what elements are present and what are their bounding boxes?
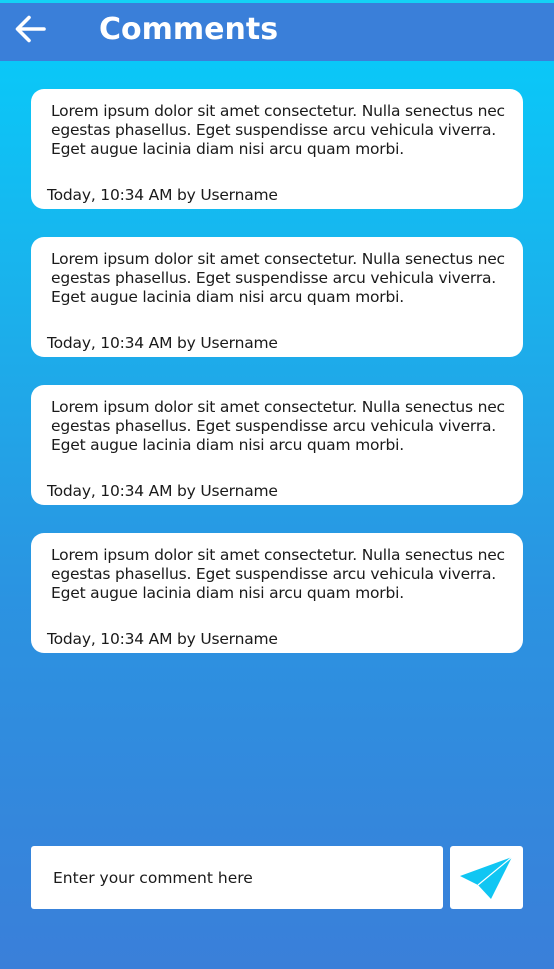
comment-text: Lorem ipsum dolor sit amet consectetur. … [51, 250, 505, 306]
comment-text: Lorem ipsum dolor sit amet consectetur. … [51, 102, 505, 158]
send-icon [460, 856, 513, 899]
comment-meta: Today, 10:34 AM by Username [47, 334, 278, 352]
comment-text: Lorem ipsum dolor sit amet consectetur. … [51, 546, 505, 602]
arrow-left-icon [15, 15, 46, 43]
back-button[interactable] [12, 13, 50, 49]
comment-card: Lorem ipsum dolor sit amet consectetur. … [31, 533, 523, 653]
comment-text: Lorem ipsum dolor sit amet consectetur. … [51, 398, 505, 454]
page-title: Comments [99, 12, 279, 47]
send-button[interactable] [450, 846, 523, 909]
app-header: Comments [0, 3, 554, 61]
comment-card: Lorem ipsum dolor sit amet consectetur. … [31, 89, 523, 209]
comment-meta: Today, 10:34 AM by Username [47, 630, 278, 648]
comment-meta: Today, 10:34 AM by Username [47, 482, 278, 500]
comment-meta: Today, 10:34 AM by Username [47, 186, 278, 204]
comment-input[interactable] [31, 846, 443, 909]
comment-card: Lorem ipsum dolor sit amet consectetur. … [31, 385, 523, 505]
comment-card: Lorem ipsum dolor sit amet consectetur. … [31, 237, 523, 357]
